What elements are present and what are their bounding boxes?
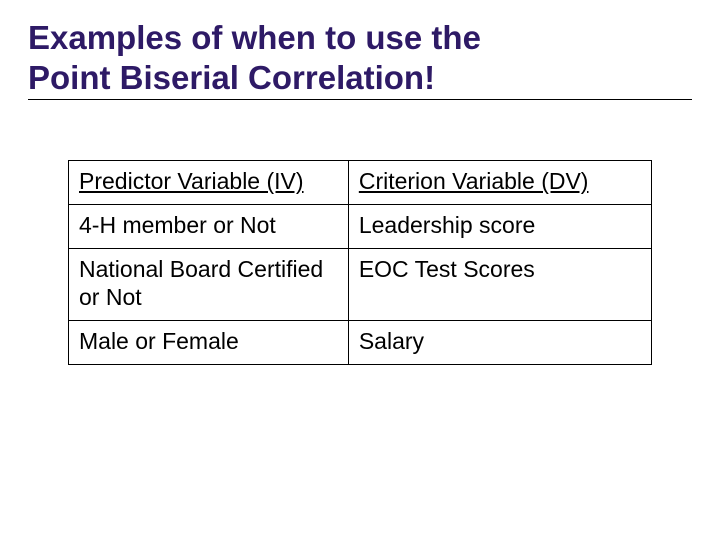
title-line-1: Examples of when to use the: [28, 19, 481, 56]
title-block: Examples of when to use the Point Biseri…: [28, 18, 692, 100]
slide-title: Examples of when to use the Point Biseri…: [28, 18, 692, 97]
examples-table: Predictor Variable (IV) Criterion Variab…: [68, 160, 652, 365]
cell-criterion: Salary: [348, 321, 651, 365]
slide: Examples of when to use the Point Biseri…: [0, 0, 720, 540]
header-criterion: Criterion Variable (DV): [348, 161, 651, 205]
table-row: 4-H member or Not Leadership score: [69, 204, 652, 248]
table-row: Male or Female Salary: [69, 321, 652, 365]
table-wrap: Predictor Variable (IV) Criterion Variab…: [28, 160, 692, 365]
cell-predictor: National Board Certified or Not: [69, 248, 349, 321]
title-line-2: Point Biserial Correlation!: [28, 59, 435, 96]
table-row: National Board Certified or Not EOC Test…: [69, 248, 652, 321]
table-header-row: Predictor Variable (IV) Criterion Variab…: [69, 161, 652, 205]
cell-predictor: 4-H member or Not: [69, 204, 349, 248]
cell-criterion: Leadership score: [348, 204, 651, 248]
cell-predictor: Male or Female: [69, 321, 349, 365]
cell-criterion: EOC Test Scores: [348, 248, 651, 321]
header-predictor: Predictor Variable (IV): [69, 161, 349, 205]
